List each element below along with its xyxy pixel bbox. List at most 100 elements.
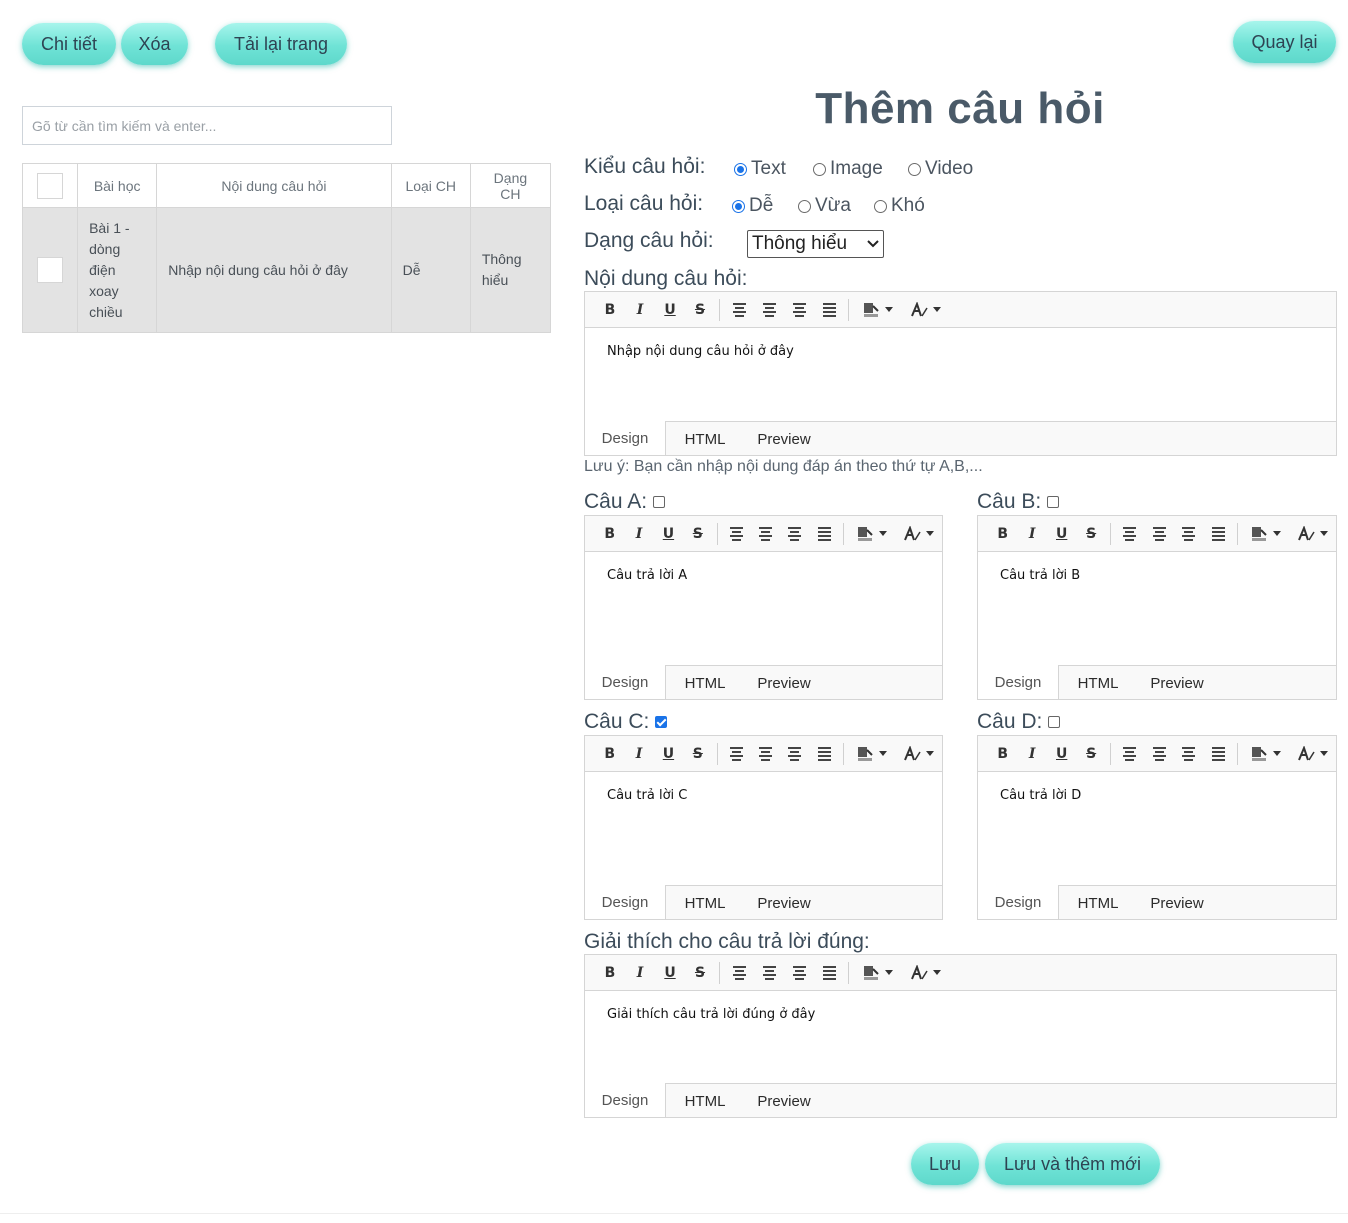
highlight-color-dropdown[interactable] (853, 965, 901, 981)
align-left-button[interactable] (721, 522, 750, 546)
align-right-button[interactable] (784, 961, 814, 985)
tab-html[interactable]: HTML (1059, 666, 1137, 700)
align-left-button[interactable] (724, 961, 754, 985)
justify-button[interactable] (1203, 742, 1232, 766)
radio-icon[interactable] (732, 199, 745, 213)
answer-b-correct-checkbox[interactable] (1047, 496, 1060, 508)
type-radio-video[interactable]: Video (908, 158, 973, 180)
tab-html[interactable]: HTML (666, 666, 744, 700)
underline-button[interactable]: U (1047, 742, 1076, 766)
justify-button[interactable] (814, 298, 844, 322)
tab-design[interactable]: Design (978, 885, 1059, 919)
italic-button[interactable]: I (1017, 742, 1046, 766)
highlight-color-dropdown[interactable] (853, 302, 901, 318)
radio-icon[interactable] (813, 162, 826, 176)
radio-icon[interactable] (734, 162, 747, 176)
strikethrough-button[interactable]: S (683, 742, 712, 766)
bold-button[interactable]: B (595, 742, 624, 766)
explanation-editor[interactable]: B I U S Giải thích câu trả lời đúng ở đây Des… (584, 954, 1337, 1118)
tab-design[interactable]: Design (978, 665, 1059, 699)
select-all-cell[interactable] (21, 163, 79, 208)
italic-button[interactable]: I (624, 522, 653, 546)
tab-html[interactable]: HTML (666, 422, 744, 456)
highlight-color-dropdown[interactable] (848, 746, 895, 762)
level-radio-easy[interactable]: Dễ (732, 195, 773, 217)
level-radio-hard[interactable]: Khó (874, 195, 925, 217)
strikethrough-button[interactable]: S (1076, 522, 1105, 546)
align-center-button[interactable] (1144, 522, 1173, 546)
justify-button[interactable] (814, 961, 844, 985)
strikethrough-button[interactable]: S (683, 522, 712, 546)
content-editor[interactable]: B I U S Nhập nội dung câu hỏi ở đây Design HTM… (584, 291, 1337, 456)
align-left-button[interactable] (724, 298, 754, 322)
bold-button[interactable]: B (595, 522, 624, 546)
underline-button[interactable]: U (655, 298, 685, 322)
align-left-button[interactable] (1115, 522, 1144, 546)
align-right-button[interactable] (780, 522, 809, 546)
answer-a-correct-checkbox[interactable] (653, 496, 666, 508)
table-row[interactable]: Bài 1 - dòng điện xoay chiều Nhập nội du… (21, 207, 552, 333)
col-form[interactable]: Dạng CH (469, 163, 552, 208)
italic-button[interactable]: I (624, 742, 653, 766)
align-center-button[interactable] (754, 298, 784, 322)
align-right-button[interactable] (1174, 742, 1203, 766)
tab-preview[interactable]: Preview (744, 1084, 824, 1118)
tab-html[interactable]: HTML (666, 1084, 744, 1118)
strikethrough-button[interactable]: S (1076, 742, 1105, 766)
bold-button[interactable]: B (988, 522, 1017, 546)
tab-preview[interactable]: Preview (744, 422, 824, 456)
answer-c-editor[interactable]: B I U S Câu trả lời C Design HTML Preview (584, 735, 943, 920)
font-style-dropdown[interactable] (895, 745, 942, 762)
align-right-button[interactable] (1174, 522, 1203, 546)
tab-preview[interactable]: Preview (744, 666, 824, 700)
answer-a-editor[interactable]: B I U S Câu trả lời A Design HTML Preview (584, 515, 943, 700)
align-left-button[interactable] (1115, 742, 1144, 766)
radio-icon[interactable] (874, 199, 887, 213)
editor-content[interactable]: Câu trả lời C (607, 788, 687, 803)
col-content[interactable]: Nội dung câu hỏi (156, 163, 392, 208)
align-center-button[interactable] (754, 961, 784, 985)
strikethrough-button[interactable]: S (685, 961, 715, 985)
tab-design[interactable]: Design (585, 421, 666, 455)
editor-content[interactable]: Câu trả lời B (1000, 568, 1080, 583)
tab-html[interactable]: HTML (666, 886, 744, 920)
font-style-dropdown[interactable] (1289, 745, 1336, 762)
underline-button[interactable]: U (655, 961, 685, 985)
align-center-button[interactable] (751, 522, 780, 546)
align-right-button[interactable] (780, 742, 809, 766)
type-radio-text[interactable]: Text (734, 158, 786, 180)
editor-content[interactable]: Nhập nội dung câu hỏi ở đây (607, 344, 794, 359)
align-center-button[interactable] (751, 742, 780, 766)
font-style-dropdown[interactable] (1289, 525, 1336, 542)
bold-button[interactable]: B (988, 742, 1017, 766)
align-left-button[interactable] (721, 742, 750, 766)
highlight-color-dropdown[interactable] (1242, 526, 1289, 542)
answer-d-correct-checkbox[interactable] (1048, 716, 1061, 728)
align-center-button[interactable] (1144, 742, 1173, 766)
bold-button[interactable]: B (595, 961, 625, 985)
justify-button[interactable] (1203, 522, 1232, 546)
font-style-dropdown[interactable] (901, 301, 949, 318)
highlight-color-dropdown[interactable] (1242, 746, 1289, 762)
justify-button[interactable] (810, 742, 839, 766)
row-checkbox[interactable] (37, 257, 64, 283)
justify-button[interactable] (810, 522, 839, 546)
tab-preview[interactable]: Preview (744, 886, 824, 920)
type-radio-image[interactable]: Image (813, 158, 883, 180)
tab-preview[interactable]: Preview (1137, 666, 1217, 700)
col-lesson[interactable]: Bài học (77, 163, 158, 208)
row-select-cell[interactable] (21, 207, 79, 333)
reload-button[interactable]: Tải lại trang (215, 23, 347, 65)
radio-icon[interactable] (798, 199, 811, 213)
tab-preview[interactable]: Preview (1137, 886, 1217, 920)
back-button[interactable]: Quay lại (1233, 21, 1336, 63)
level-radio-medium[interactable]: Vừa (798, 195, 851, 217)
delete-button[interactable]: Xóa (121, 23, 188, 65)
save-and-new-button[interactable]: Lưu và thêm mới (985, 1143, 1160, 1185)
select-all-checkbox[interactable] (37, 172, 64, 199)
editor-content[interactable]: Câu trả lời A (607, 568, 687, 583)
col-level[interactable]: Loại CH (390, 163, 471, 208)
tab-design[interactable]: Design (585, 885, 666, 919)
search-input[interactable] (22, 106, 392, 145)
highlight-color-dropdown[interactable] (848, 526, 895, 542)
